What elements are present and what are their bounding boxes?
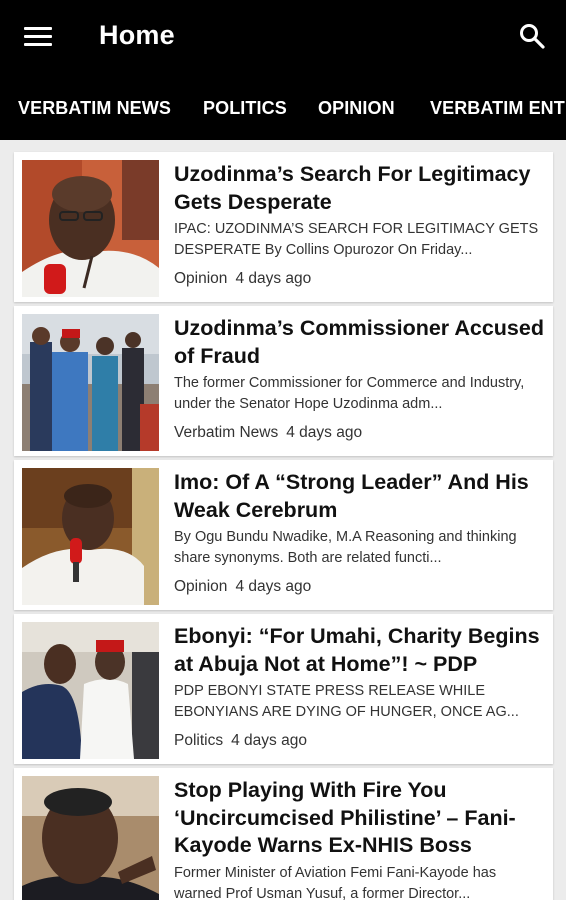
article-thumbnail [22,314,159,451]
article-thumbnail [22,622,159,759]
article-time: 4 days ago [235,270,312,287]
article-excerpt: The former Commissioner for Commerce and… [174,375,525,412]
app-bar: Home [0,0,566,72]
search-icon[interactable] [518,22,546,50]
article-meta: Opinion 4 days ago [174,578,311,596]
news-feed[interactable]: Uzodinma’s Search For Legitimacy Gets De… [0,140,566,900]
article-meta: Opinion 4 days ago [174,270,311,288]
tab-politics[interactable]: POLITICS [203,98,287,119]
tab-verbatim-news[interactable]: VERBATIM NEWS [18,98,171,119]
article-meta: Verbatim News 4 days ago [174,424,362,442]
article-title[interactable]: Stop Playing With Fire You ‘Uncircumcise… [174,777,546,860]
tab-opinion[interactable]: OPINION [318,98,395,119]
article-time: 4 days ago [231,732,307,749]
article-thumbnail [22,776,159,900]
article-excerpt: PDP EBONYI STATE PRESS RELEASE WHILE EBO… [174,683,519,720]
category-tab-bar: VERBATIM NEWS POLITICS OPINION VERBATIM … [0,72,566,140]
article-card[interactable]: Imo: Of A “Strong Leader” And His Weak C… [14,460,553,610]
article-time: 4 days ago [286,424,363,441]
article-category: Politics [174,732,224,749]
hamburger-menu-icon[interactable] [24,24,54,48]
article-card[interactable]: Ebonyi: “For Umahi, Charity Begins at Ab… [14,614,553,764]
article-category: Opinion [174,270,228,287]
article-category: Opinion [174,578,228,595]
article-title[interactable]: Uzodinma’s Search For Legitimacy Gets De… [174,161,546,216]
article-card[interactable]: Uzodinma’s Search For Legitimacy Gets De… [14,152,553,302]
article-excerpt: By Ogu Bundu Nwadike, M.A Reasoning and … [174,529,517,566]
article-category: Verbatim News [174,424,279,441]
article-excerpt: IPAC: UZODINMA’S SEARCH FOR LEGITIMACY G… [174,221,539,258]
article-card[interactable]: Stop Playing With Fire You ‘Uncircumcise… [14,768,553,900]
article-card[interactable]: Uzodinma’s Commissioner Accused of Fraud… [14,306,553,456]
article-thumbnail [22,160,159,297]
article-thumbnail [22,468,159,605]
article-title[interactable]: Imo: Of A “Strong Leader” And His Weak C… [174,469,546,524]
article-meta: Politics 4 days ago [174,732,307,750]
article-title[interactable]: Uzodinma’s Commissioner Accused of Fraud [174,315,546,370]
tab-verbatim-entertainment[interactable]: VERBATIM ENTERTAINMENT [430,98,566,119]
article-title[interactable]: Ebonyi: “For Umahi, Charity Begins at Ab… [174,623,546,678]
article-excerpt: Former Minister of Aviation Femi Fani-Ka… [174,865,497,900]
page-title: Home [99,20,175,50]
article-time: 4 days ago [235,578,312,595]
